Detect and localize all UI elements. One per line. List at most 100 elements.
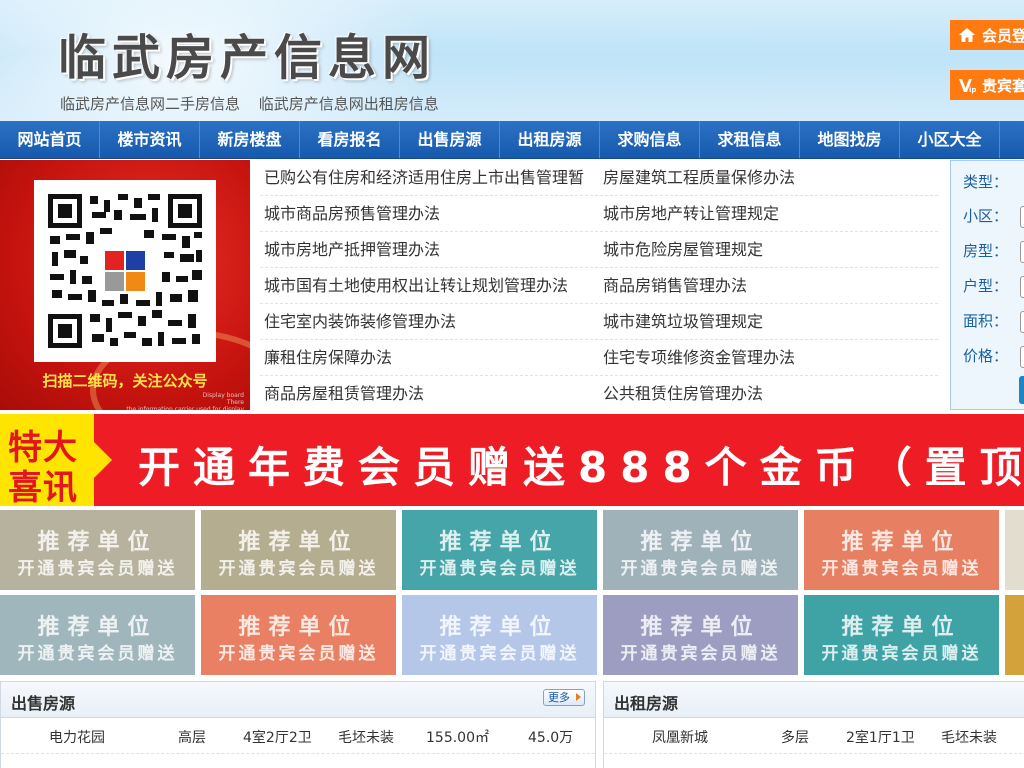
policy-link[interactable]: 住宅室内装饰装修管理办法 bbox=[260, 304, 599, 339]
promo-badge: 特大 喜讯 bbox=[0, 414, 112, 506]
site-header: 临武房产信息网 临武房产信息网二手房信息 临武房产信息网出租房信息 会员登 ip… bbox=[0, 0, 1024, 121]
recommend-tile[interactable]: 推荐单位 开通贵宾会员赠送 bbox=[402, 595, 597, 675]
rental-house-link[interactable]: 临武房产信息网出租房信息 bbox=[259, 95, 439, 113]
community-input[interactable] bbox=[1020, 205, 1024, 228]
area-select[interactable] bbox=[1020, 310, 1024, 333]
recommend-tile[interactable]: 推荐单位 开通贵宾会员赠送 bbox=[603, 510, 798, 590]
tile-subtitle: 开通贵宾会员赠送 bbox=[821, 644, 982, 664]
policy-link[interactable]: 住宅专项维修资金管理办法 bbox=[599, 340, 938, 375]
recommend-tile[interactable] bbox=[1005, 510, 1024, 590]
recommend-tile[interactable]: 推荐单位 开通贵宾会员赠送 bbox=[603, 595, 798, 675]
nav-wanted-to-rent[interactable]: 求租信息 bbox=[700, 121, 800, 158]
more-button[interactable]: 更多 bbox=[543, 689, 585, 706]
tile-subtitle: 开通贵宾会员赠送 bbox=[620, 559, 781, 579]
building-type-select[interactable] bbox=[1020, 240, 1024, 263]
main-navigation: 网站首页 楼市资讯 新房楼盘 看房报名 出售房源 出租房源 求购信息 求租信息 … bbox=[0, 121, 1024, 159]
recommended-units-grid: 推荐单位 开通贵宾会员赠送 推荐单位 开通贵宾会员赠送 推荐单位 开通贵宾会员赠… bbox=[0, 510, 1024, 676]
tile-title: 推荐单位 bbox=[439, 530, 560, 555]
recommend-tile[interactable]: 推荐单位 开通贵宾会员赠送 bbox=[804, 595, 999, 675]
promo-text: 开通年费会员赠送888个金币（置顶房 bbox=[138, 443, 1024, 492]
search-button[interactable] bbox=[1019, 376, 1024, 404]
arrow-right-icon bbox=[576, 693, 581, 701]
list-item: 廉租住房保障办法 住宅专项维修资金管理办法 bbox=[260, 340, 938, 376]
search-layout-row: 户型： bbox=[963, 275, 1024, 298]
search-price-label: 价格： bbox=[963, 347, 1009, 365]
policy-link[interactable]: 已购公有住房和经济适用住房上市出售管理暂 bbox=[260, 160, 599, 195]
recommend-tile[interactable]: 推荐单位 开通贵宾会员赠送 bbox=[402, 510, 597, 590]
recommend-tile[interactable]: 推荐单位 开通贵宾会员赠送 bbox=[804, 510, 999, 590]
nav-more[interactable]: 中 bbox=[1000, 121, 1024, 158]
listing-building-type: 多层 bbox=[781, 730, 809, 746]
list-item: 已购公有住房和经济适用住房上市出售管理暂 房屋建筑工程质量保修办法 bbox=[260, 160, 938, 196]
list-item: 城市商品房预售管理办法 城市房地产转让管理规定 bbox=[260, 196, 938, 232]
listing-price: 45.0万 bbox=[528, 730, 574, 746]
policy-link[interactable]: 商品房销售管理办法 bbox=[599, 268, 938, 303]
tile-title: 推荐单位 bbox=[37, 530, 158, 555]
tile-title: 推荐单位 bbox=[439, 615, 560, 640]
tile-subtitle: 开通贵宾会员赠送 bbox=[17, 644, 178, 664]
list-item: 商品房屋租赁管理办法 公共租赁住房管理办法 bbox=[260, 376, 938, 412]
nav-for-sale[interactable]: 出售房源 bbox=[400, 121, 500, 158]
recommend-tile[interactable] bbox=[1005, 595, 1024, 675]
nav-market-news[interactable]: 楼市资讯 bbox=[100, 121, 200, 158]
qr-code-image bbox=[34, 180, 216, 362]
nav-for-rent[interactable]: 出租房源 bbox=[500, 121, 600, 158]
recommend-tile[interactable]: 推荐单位 开通贵宾会员赠送 bbox=[201, 510, 396, 590]
for-rent-panel: 出租房源 凤凰新城 多层 2室1厅1卫 毛坯未装 bbox=[603, 681, 1024, 768]
table-row[interactable] bbox=[1, 754, 595, 768]
table-row[interactable]: 电力花园 高层 4室2厅2卫 毛坯未装 155.00㎡ 45.0万 bbox=[1, 718, 595, 754]
tile-title: 推荐单位 bbox=[238, 530, 359, 555]
policy-link[interactable]: 城市危险房屋管理规定 bbox=[599, 232, 938, 267]
listing-building-type: 高层 bbox=[178, 730, 206, 746]
recommend-tile[interactable]: 推荐单位 开通贵宾会员赠送 bbox=[0, 595, 195, 675]
tile-subtitle: 开通贵宾会员赠送 bbox=[17, 559, 178, 579]
layout-select[interactable] bbox=[1020, 275, 1024, 298]
listing-community[interactable]: 电力花园 bbox=[49, 727, 105, 747]
recommend-tile[interactable]: 推荐单位 开通贵宾会员赠送 bbox=[0, 510, 195, 590]
member-login-button[interactable]: 会员登 bbox=[950, 20, 1024, 50]
listing-decoration: 毛坯未装 bbox=[338, 730, 394, 746]
tile-subtitle: 开通贵宾会员赠送 bbox=[218, 644, 379, 664]
tile-title: 推荐单位 bbox=[640, 615, 761, 640]
nav-home[interactable]: 网站首页 bbox=[0, 121, 100, 158]
vip-package-button[interactable]: ip 贵宾套 bbox=[950, 70, 1024, 100]
table-row[interactable]: 凤凰新城 多层 2室1厅1卫 毛坯未装 bbox=[604, 718, 1024, 754]
nav-communities[interactable]: 小区大全 bbox=[900, 121, 1000, 158]
nav-map-search[interactable]: 地图找房 bbox=[800, 121, 900, 158]
policy-link[interactable]: 房屋建筑工程质量保修办法 bbox=[599, 160, 938, 195]
tile-subtitle: 开通贵宾会员赠送 bbox=[419, 559, 580, 579]
tile-title: 推荐单位 bbox=[238, 615, 359, 640]
policy-link[interactable]: 城市国有土地使用权出让转让规划管理办法 bbox=[260, 268, 599, 303]
list-item: 住宅室内装饰装修管理办法 城市建筑垃圾管理规定 bbox=[260, 304, 938, 340]
policy-link[interactable]: 公共租赁住房管理办法 bbox=[599, 376, 938, 412]
policy-link[interactable]: 城市房地产抵押管理办法 bbox=[260, 232, 599, 267]
listing-layout: 4室2厅2卫 bbox=[243, 730, 312, 746]
policy-link[interactable]: 廉租住房保障办法 bbox=[260, 340, 599, 375]
policy-link[interactable]: 城市建筑垃圾管理规定 bbox=[599, 304, 938, 339]
promo-banner[interactable]: 特大 喜讯 开通年费会员赠送888个金币（置顶房 bbox=[0, 414, 1024, 506]
policy-links-list: 已购公有住房和经济适用住房上市出售管理暂 房屋建筑工程质量保修办法 城市商品房预… bbox=[260, 160, 938, 412]
secondhand-house-link[interactable]: 临武房产信息网二手房信息 bbox=[60, 95, 240, 113]
policy-link[interactable]: 城市房地产转让管理规定 bbox=[599, 196, 938, 231]
policy-link[interactable]: 城市商品房预售管理办法 bbox=[260, 196, 599, 231]
listing-community[interactable]: 凤凰新城 bbox=[652, 727, 708, 747]
search-area-label: 面积： bbox=[963, 312, 1009, 330]
list-item: 城市国有土地使用权出让转让规划管理办法 商品房销售管理办法 bbox=[260, 268, 938, 304]
nav-new-homes[interactable]: 新房楼盘 bbox=[200, 121, 300, 158]
tile-title: 推荐单位 bbox=[640, 530, 761, 555]
table-row[interactable] bbox=[604, 754, 1024, 768]
promo-badge-line2: 喜讯 bbox=[8, 468, 78, 506]
nav-wanted-to-buy[interactable]: 求购信息 bbox=[600, 121, 700, 158]
price-select[interactable] bbox=[1020, 345, 1024, 368]
property-search-form: 类型： 小区： 房型： 户型： 面积： 价格： bbox=[950, 160, 1024, 410]
recommend-tile[interactable]: 推荐单位 开通贵宾会员赠送 bbox=[201, 595, 396, 675]
nav-viewing-signup[interactable]: 看房报名 bbox=[300, 121, 400, 158]
list-item: 城市房地产抵押管理办法 城市危险房屋管理规定 bbox=[260, 232, 938, 268]
search-price-row: 价格： bbox=[963, 345, 1024, 368]
site-logo-title[interactable]: 临武房产信息网 bbox=[58, 18, 436, 88]
tile-subtitle: 开通贵宾会员赠送 bbox=[218, 559, 379, 579]
tile-subtitle: 开通贵宾会员赠送 bbox=[821, 559, 982, 579]
tile-subtitle: 开通贵宾会员赠送 bbox=[620, 644, 781, 664]
policy-link[interactable]: 商品房屋租赁管理办法 bbox=[260, 376, 599, 412]
qr-code-banner[interactable]: 扫描二维码，关注公众号 Display board There the info… bbox=[0, 160, 250, 410]
